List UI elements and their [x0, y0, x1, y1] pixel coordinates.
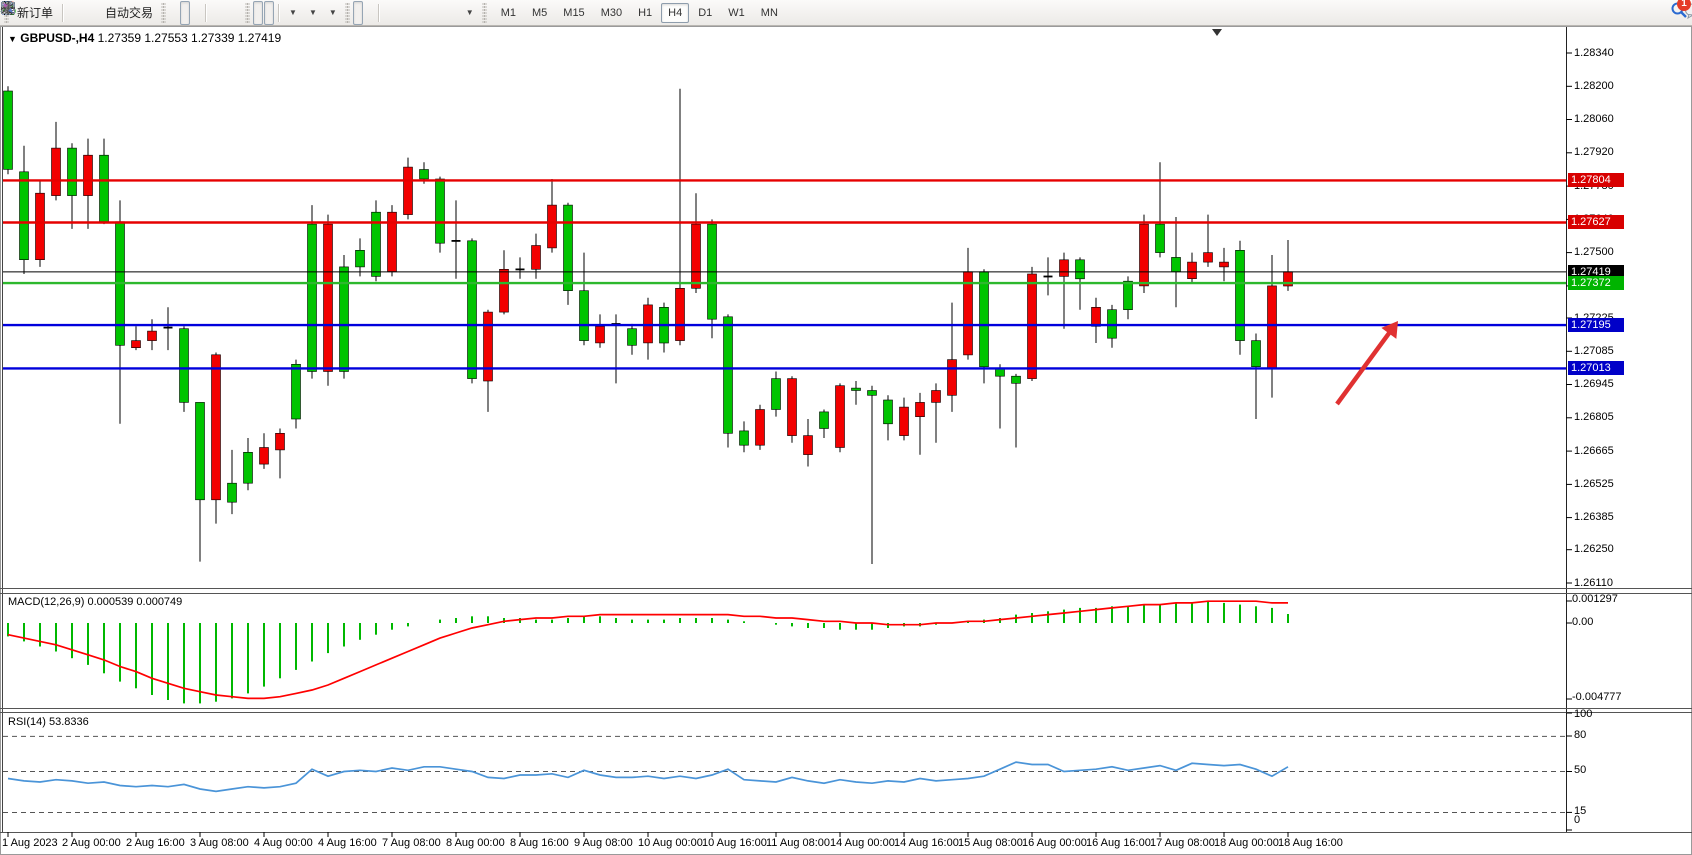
price-tick-label: 1.27085 — [1574, 345, 1614, 357]
macd-tick-label: -0.004777 — [1572, 691, 1622, 703]
price-tick-label: 1.26665 — [1574, 445, 1614, 457]
macd-label: MACD(12,26,9) 0.000539 0.000749 — [8, 596, 182, 608]
price-tick-label: 1.26945 — [1574, 378, 1614, 390]
time-tick-label: 16 Aug 00:00 — [1022, 837, 1087, 849]
rsi-tick-label: 50 — [1574, 764, 1586, 776]
time-tick-label: 3 Aug 08:00 — [190, 837, 249, 849]
price-tick-label: 1.27500 — [1574, 246, 1614, 258]
chart-menu-icon[interactable]: ▼ — [8, 34, 17, 44]
price-tick-label: 1.26805 — [1574, 411, 1614, 423]
price-level-badge: 1.27804 — [1568, 173, 1624, 187]
price-tick-label: 1.28340 — [1574, 47, 1614, 59]
time-tick-label: 4 Aug 00:00 — [254, 837, 313, 849]
time-tick-label: 10 Aug 16:00 — [702, 837, 767, 849]
symbol-period-label: GBPUSD-,H4 — [20, 31, 94, 45]
price-level-badge: 1.27372 — [1568, 276, 1624, 290]
price-tick-label: 1.28200 — [1574, 80, 1614, 92]
rsi-tick-label: 0 — [1574, 814, 1580, 826]
time-tick-label: 4 Aug 16:00 — [318, 837, 377, 849]
price-tick-label: 1.27920 — [1574, 146, 1614, 158]
time-tick-label: 14 Aug 00:00 — [830, 837, 895, 849]
time-tick-label: 14 Aug 16:00 — [894, 837, 959, 849]
macd-tick-label: 0.001297 — [1572, 593, 1618, 605]
price-tick-label: 1.26385 — [1574, 511, 1614, 523]
time-tick-label: 2 Aug 16:00 — [126, 837, 185, 849]
time-tick-label: 16 Aug 16:00 — [1086, 837, 1151, 849]
ohlc-values: 1.27359 1.27553 1.27339 1.27419 — [98, 31, 282, 45]
time-tick-label: 7 Aug 08:00 — [382, 837, 441, 849]
time-tick-label: 1 Aug 2023 — [2, 837, 58, 849]
price-tick-label: 1.26110 — [1574, 577, 1613, 589]
time-tick-label: 15 Aug 08:00 — [958, 837, 1023, 849]
price-level-badge: 1.27627 — [1568, 215, 1624, 229]
time-tick-label: 11 Aug 08:00 — [766, 837, 830, 849]
time-tick-label: 9 Aug 08:00 — [574, 837, 633, 849]
rsi-label: RSI(14) 53.8336 — [8, 716, 89, 728]
time-tick-label: 17 Aug 08:00 — [1150, 837, 1215, 849]
rsi-tick-label: 80 — [1574, 729, 1586, 741]
candlestick-chart[interactable] — [0, 0, 1692, 855]
price-tick-label: 1.26250 — [1574, 543, 1614, 555]
mt4-window: 新订单 自动交易 — [0, 0, 1692, 855]
price-tick-label: 1.28060 — [1574, 113, 1614, 125]
time-tick-label: 18 Aug 16:00 — [1278, 837, 1343, 849]
time-tick-label: 8 Aug 16:00 — [510, 837, 569, 849]
time-tick-label: 18 Aug 00:00 — [1214, 837, 1279, 849]
time-tick-label: 2 Aug 00:00 — [62, 837, 121, 849]
chart-title: ▼ GBPUSD-,H4 1.27359 1.27553 1.27339 1.2… — [8, 31, 281, 45]
time-tick-label: 10 Aug 00:00 — [638, 837, 703, 849]
time-tick-label: 8 Aug 00:00 — [446, 837, 505, 849]
price-level-badge: 1.27195 — [1568, 318, 1624, 332]
rsi-tick-label: 100 — [1574, 708, 1592, 720]
price-tick-label: 1.26525 — [1574, 478, 1614, 490]
price-level-badge: 1.27013 — [1568, 361, 1624, 375]
macd-tick-label: 0.00 — [1572, 616, 1593, 628]
